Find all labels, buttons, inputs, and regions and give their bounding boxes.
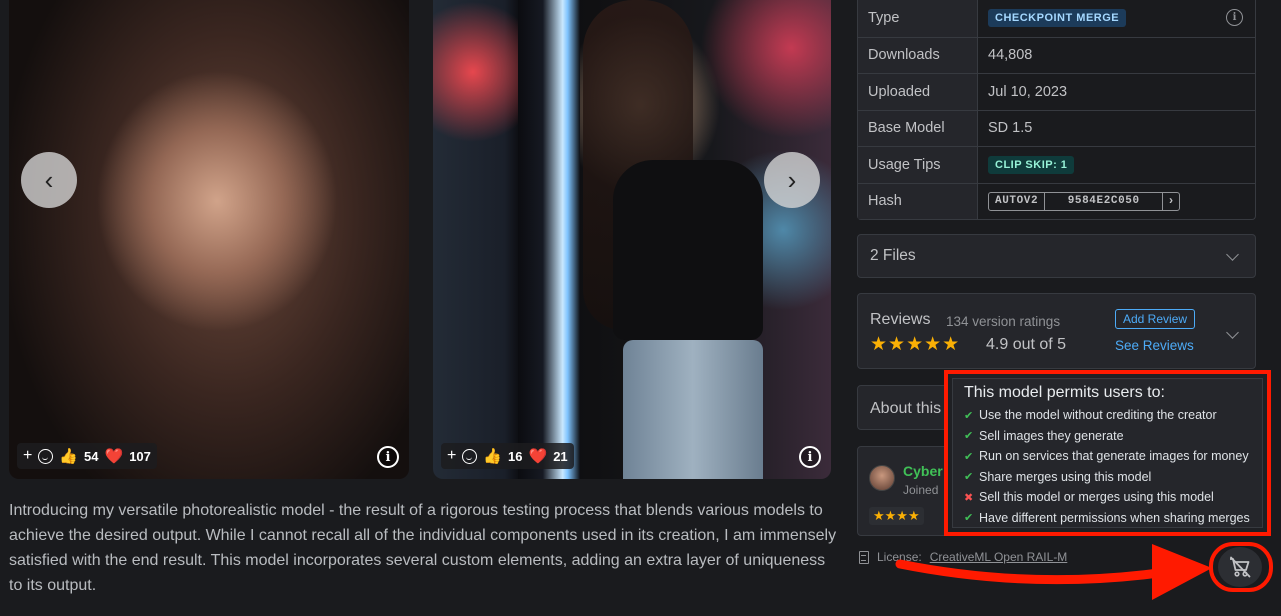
permission-item: ✔ Run on services that generate images f… bbox=[964, 446, 1254, 467]
permission-item: ✔ Use the model without crediting the cr… bbox=[964, 405, 1254, 426]
carousel-next-button[interactable]: › bbox=[764, 152, 820, 208]
model-description: Introducing my versatile photorealistic … bbox=[9, 502, 837, 594]
hash-next-icon[interactable]: › bbox=[1163, 193, 1179, 210]
details-row-downloads: Downloads 44,808 bbox=[858, 36, 1255, 73]
image-decoration bbox=[613, 160, 763, 340]
details-row-base-model: Base Model SD 1.5 bbox=[858, 109, 1255, 146]
permission-item: ✖ Sell this model or merges using this m… bbox=[964, 487, 1254, 508]
annotation-arrow bbox=[895, 544, 1212, 600]
clip-skip-badge: CLIP SKIP: 1 bbox=[988, 155, 1075, 174]
check-icon: ✔ bbox=[964, 409, 974, 422]
heart-icon[interactable]: ❤️ bbox=[105, 447, 124, 465]
heart-icon[interactable]: ❤️ bbox=[529, 447, 548, 465]
see-reviews-link[interactable]: See Reviews bbox=[1115, 338, 1194, 353]
image-decoration bbox=[623, 340, 763, 479]
details-value: AUTOV2 9584E2C050 › bbox=[978, 184, 1255, 220]
details-value: 44,808 bbox=[988, 47, 1033, 64]
gallery-image-card[interactable]: + 👍 16 ❤️ 21 i bbox=[433, 0, 831, 479]
permission-label: Use the model without crediting the crea… bbox=[979, 408, 1217, 423]
permission-item: ✔ Have different permissions when sharin… bbox=[964, 508, 1254, 529]
carousel-prev-button[interactable]: ‹ bbox=[21, 152, 77, 208]
add-reaction-button[interactable]: + bbox=[23, 447, 32, 465]
check-icon: ✔ bbox=[964, 450, 974, 463]
creator-joined: Joined bbox=[903, 483, 939, 497]
rating-score: 4.9 out of 5 bbox=[986, 336, 1067, 353]
heart-count: 21 bbox=[553, 448, 568, 464]
check-icon: ✔ bbox=[964, 471, 974, 484]
gallery-image-card[interactable]: + 👍 54 ❤️ 107 i bbox=[9, 0, 409, 479]
reviews-title: Reviews bbox=[870, 311, 931, 328]
permissions-heading: This model permits users to: bbox=[964, 384, 1165, 401]
hash-value[interactable]: 9584E2C050 bbox=[1045, 192, 1164, 210]
permissions-popover-highlight: This model permits users to: ✔ Use the m… bbox=[944, 370, 1271, 536]
smile-icon[interactable] bbox=[462, 448, 478, 464]
thumbs-up-icon[interactable]: 👍 bbox=[59, 447, 78, 465]
cart-off-icon[interactable] bbox=[1218, 547, 1262, 587]
permission-item: ✔ Share merges using this model bbox=[964, 467, 1254, 488]
image-decoration bbox=[518, 0, 580, 479]
details-row-usage-tips: Usage Tips CLIP SKIP: 1 bbox=[858, 146, 1255, 183]
like-count: 16 bbox=[508, 448, 523, 464]
info-circle-icon[interactable]: i bbox=[799, 446, 821, 468]
details-key: Base Model bbox=[858, 110, 978, 146]
smile-icon[interactable] bbox=[38, 448, 54, 464]
files-title: 2 Files bbox=[870, 247, 916, 264]
permission-label: Sell images they generate bbox=[979, 428, 1124, 443]
creator-name[interactable]: Cyber bbox=[903, 463, 943, 479]
check-icon: ✔ bbox=[964, 430, 974, 443]
info-circle-icon[interactable]: i bbox=[377, 446, 399, 468]
type-badge: CHECKPOINT MERGE bbox=[988, 9, 1127, 28]
permissions-popover: This model permits users to: ✔ Use the m… bbox=[952, 378, 1263, 528]
details-row-hash: Hash AUTOV2 9584E2C050 › bbox=[858, 182, 1255, 220]
like-count: 54 bbox=[84, 448, 99, 464]
reviews-count: 134 version ratings bbox=[946, 314, 1061, 329]
info-circle-icon[interactable]: i bbox=[1226, 9, 1243, 26]
reaction-bar: + 👍 16 ❤️ 21 bbox=[441, 443, 574, 469]
chevron-down-icon[interactable] bbox=[1226, 326, 1239, 339]
details-value: SD 1.5 bbox=[988, 120, 1033, 137]
about-title: About this bbox=[870, 400, 942, 417]
hash-algorithm[interactable]: AUTOV2 bbox=[989, 192, 1046, 210]
details-key: Hash bbox=[858, 183, 978, 219]
details-row-uploaded: Uploaded Jul 10, 2023 bbox=[858, 73, 1255, 110]
files-accordion[interactable]: 2 Files bbox=[857, 234, 1256, 278]
add-review-button[interactable]: Add Review bbox=[1115, 309, 1196, 329]
details-key: Type bbox=[858, 0, 978, 37]
model-details-table: Type CHECKPOINT MERGE i Downloads 44,808… bbox=[857, 0, 1256, 220]
permission-label: Run on services that generate images for… bbox=[979, 449, 1249, 464]
details-key: Usage Tips bbox=[858, 147, 978, 183]
rating-stars: ★★★★★ bbox=[870, 334, 961, 355]
chevron-down-icon[interactable] bbox=[1226, 248, 1239, 261]
permission-item: ✔ Sell images they generate bbox=[964, 426, 1254, 447]
check-icon: ✔ bbox=[964, 512, 974, 525]
license-document-icon bbox=[859, 550, 869, 564]
hash-selector[interactable]: AUTOV2 9584E2C050 › bbox=[988, 191, 1181, 211]
thumbs-up-icon[interactable]: 👍 bbox=[483, 447, 502, 465]
x-icon: ✖ bbox=[964, 491, 974, 504]
add-reaction-button[interactable]: + bbox=[447, 447, 456, 465]
avatar[interactable] bbox=[869, 465, 895, 491]
details-value: CHECKPOINT MERGE i bbox=[978, 0, 1255, 37]
details-key: Uploaded bbox=[858, 74, 978, 110]
reaction-bar: + 👍 54 ❤️ 107 bbox=[17, 443, 157, 469]
cart-off-icon-glyph bbox=[1230, 556, 1251, 578]
details-row-type: Type CHECKPOINT MERGE i bbox=[858, 0, 1255, 37]
details-value: CLIP SKIP: 1 bbox=[978, 147, 1255, 183]
details-key: Downloads bbox=[858, 37, 978, 73]
creator-rating-stars: ★★★★ bbox=[869, 507, 924, 525]
permission-label: Sell this model or merges using this mod… bbox=[979, 490, 1214, 505]
permission-label: Have different permissions when sharing … bbox=[979, 510, 1250, 525]
permission-label: Share merges using this model bbox=[979, 469, 1152, 484]
reviews-accordion[interactable]: Reviews 134 version ratings ★★★★★ 4.9 ou… bbox=[857, 293, 1256, 369]
details-value: Jul 10, 2023 bbox=[988, 83, 1068, 100]
heart-count: 107 bbox=[129, 448, 151, 464]
